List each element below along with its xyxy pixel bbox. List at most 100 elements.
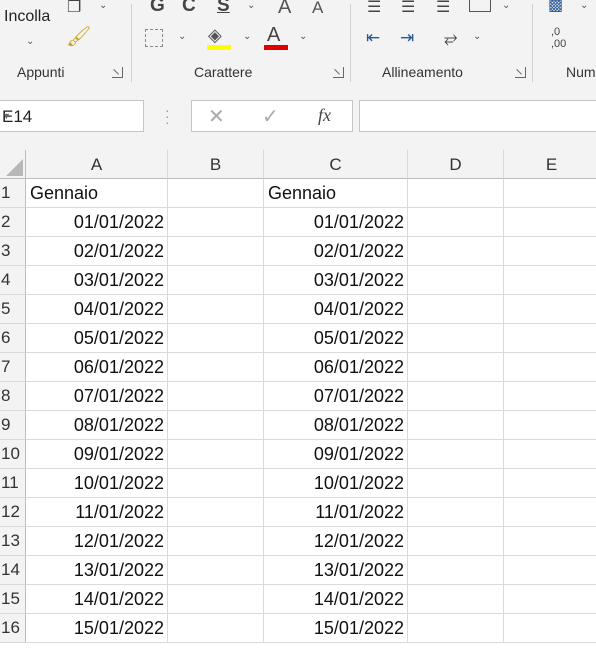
- cell-a[interactable]: 07/01/2022: [26, 382, 168, 411]
- borders-icon[interactable]: [145, 29, 163, 47]
- formula-bar-grip-icon[interactable]: · · ·: [165, 103, 170, 129]
- decrease-indent-icon[interactable]: ⇤: [366, 29, 380, 46]
- row-header[interactable]: 7: [0, 353, 26, 382]
- cell-a[interactable]: 15/01/2022: [26, 614, 168, 643]
- cell-c[interactable]: 12/01/2022: [264, 527, 408, 556]
- cell-d[interactable]: [408, 179, 504, 208]
- increase-indent-icon[interactable]: ⇥: [400, 29, 414, 46]
- column-header-a[interactable]: A: [26, 150, 168, 179]
- row-header[interactable]: 4: [0, 266, 26, 295]
- cell-e[interactable]: [504, 527, 596, 556]
- cell-e[interactable]: [504, 353, 596, 382]
- formula-input[interactable]: [359, 100, 596, 132]
- copy-icon[interactable]: ❐: [67, 0, 81, 16]
- cell-e[interactable]: [504, 208, 596, 237]
- cell-b[interactable]: [168, 527, 264, 556]
- cell-b[interactable]: [168, 382, 264, 411]
- grow-font-button[interactable]: A: [278, 0, 291, 19]
- cell-d[interactable]: [408, 527, 504, 556]
- copy-dropdown-icon[interactable]: ⌄: [99, 0, 107, 11]
- cancel-icon[interactable]: ✕: [208, 104, 225, 129]
- cell-c[interactable]: 10/01/2022: [264, 469, 408, 498]
- fill-color-icon[interactable]: ◈: [208, 25, 222, 46]
- cell-c[interactable]: 05/01/2022: [264, 324, 408, 353]
- cell-e[interactable]: [504, 556, 596, 585]
- borders-dropdown-icon[interactable]: ⌄: [178, 31, 186, 42]
- row-header[interactable]: 6: [0, 324, 26, 353]
- shrink-font-button[interactable]: A: [312, 0, 323, 18]
- cell-a[interactable]: 11/01/2022: [26, 498, 168, 527]
- align-top-icon[interactable]: ☰: [367, 0, 381, 16]
- paste-button[interactable]: Incolla ⌄: [0, 0, 64, 56]
- cell-e[interactable]: [504, 585, 596, 614]
- cell-b[interactable]: [168, 585, 264, 614]
- row-header[interactable]: 9: [0, 411, 26, 440]
- cell-b[interactable]: [168, 237, 264, 266]
- format-painter-icon[interactable]: 🖌: [66, 27, 91, 47]
- cell-d[interactable]: [408, 295, 504, 324]
- cell-e[interactable]: [504, 469, 596, 498]
- row-header[interactable]: 16: [0, 614, 26, 643]
- cell-c[interactable]: 07/01/2022: [264, 382, 408, 411]
- cell-a[interactable]: Gennaio: [26, 179, 168, 208]
- cell-a[interactable]: 05/01/2022: [26, 324, 168, 353]
- cell-a[interactable]: 14/01/2022: [26, 585, 168, 614]
- align-middle-icon[interactable]: ☰: [401, 0, 415, 16]
- cell-b[interactable]: [168, 614, 264, 643]
- wrap-dropdown-icon[interactable]: ⌄: [502, 0, 510, 11]
- accounting-format-icon[interactable]: ▩: [548, 0, 563, 14]
- cell-c[interactable]: 14/01/2022: [264, 585, 408, 614]
- cell-c[interactable]: 01/01/2022: [264, 208, 408, 237]
- cell-d[interactable]: [408, 382, 504, 411]
- cell-b[interactable]: [168, 353, 264, 382]
- cell-e[interactable]: [504, 411, 596, 440]
- cell-d[interactable]: [408, 208, 504, 237]
- increase-decimal-button[interactable]: ,0 ,00: [551, 26, 566, 50]
- cell-d[interactable]: [408, 614, 504, 643]
- fill-color-dropdown-icon[interactable]: ⌄: [243, 31, 251, 42]
- cell-c[interactable]: 06/01/2022: [264, 353, 408, 382]
- cell-c[interactable]: 13/01/2022: [264, 556, 408, 585]
- cell-d[interactable]: [408, 556, 504, 585]
- cell-b[interactable]: [168, 295, 264, 324]
- row-header[interactable]: 14: [0, 556, 26, 585]
- row-header[interactable]: 8: [0, 382, 26, 411]
- cell-b[interactable]: [168, 469, 264, 498]
- name-box[interactable]: E14 ▼: [0, 100, 144, 132]
- cell-c[interactable]: 15/01/2022: [264, 614, 408, 643]
- row-header[interactable]: 12: [0, 498, 26, 527]
- cell-d[interactable]: [408, 469, 504, 498]
- row-header[interactable]: 15: [0, 585, 26, 614]
- cell-e[interactable]: [504, 498, 596, 527]
- orientation-icon[interactable]: ⥂: [444, 29, 458, 46]
- cell-b[interactable]: [168, 179, 264, 208]
- underline-dropdown-icon[interactable]: ⌄: [247, 0, 255, 11]
- row-header[interactable]: 1: [0, 179, 26, 208]
- row-header[interactable]: 13: [0, 527, 26, 556]
- column-header-c[interactable]: C: [264, 150, 408, 179]
- cell-c[interactable]: 02/01/2022: [264, 237, 408, 266]
- cell-b[interactable]: [168, 324, 264, 353]
- cell-e[interactable]: [504, 382, 596, 411]
- cell-b[interactable]: [168, 556, 264, 585]
- accounting-dropdown-icon[interactable]: ⌄: [580, 0, 588, 11]
- row-header[interactable]: 11: [0, 469, 26, 498]
- cell-d[interactable]: [408, 266, 504, 295]
- cell-a[interactable]: 10/01/2022: [26, 469, 168, 498]
- carattere-launcher-icon[interactable]: [333, 67, 344, 78]
- cell-d[interactable]: [408, 498, 504, 527]
- cell-d[interactable]: [408, 411, 504, 440]
- column-header-b[interactable]: B: [168, 150, 264, 179]
- cell-c[interactable]: 11/01/2022: [264, 498, 408, 527]
- cell-a[interactable]: 02/01/2022: [26, 237, 168, 266]
- cell-a[interactable]: 01/01/2022: [26, 208, 168, 237]
- cell-e[interactable]: [504, 237, 596, 266]
- cell-b[interactable]: [168, 208, 264, 237]
- cell-b[interactable]: [168, 498, 264, 527]
- align-bottom-icon[interactable]: ☰: [436, 0, 450, 16]
- cell-e[interactable]: [504, 324, 596, 353]
- font-color-dropdown-icon[interactable]: ⌄: [299, 31, 307, 42]
- font-color-button[interactable]: A: [267, 24, 280, 47]
- allineamento-launcher-icon[interactable]: [515, 67, 526, 78]
- cell-b[interactable]: [168, 266, 264, 295]
